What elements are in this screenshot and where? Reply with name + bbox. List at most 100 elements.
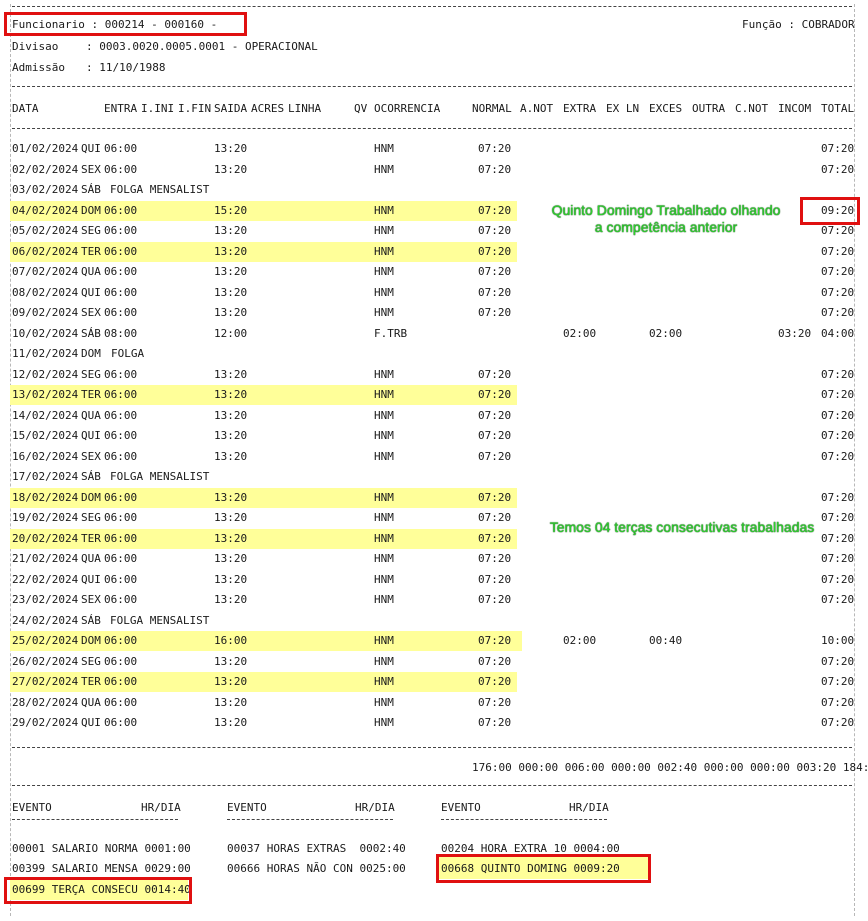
cell-day: SÁB [81, 613, 101, 627]
events-header-hrdia: HR/DIA [141, 801, 181, 814]
cell-date: 17/02/2024 [12, 470, 79, 483]
cell-day: TER [81, 531, 101, 545]
funcao-label: Função : COBRADOR [742, 18, 855, 31]
admissao-value: : 11/10/1988 [86, 61, 166, 74]
cell-date: 14/02/2024 [12, 408, 79, 422]
col-c-not: C.NOT [735, 102, 769, 115]
cell-entra: 06:00 [104, 675, 138, 688]
table-row: 29/02/2024 QUI 06:00 13:20 HNM 07:20 07:20 [0, 713, 868, 733]
cell-normal: 07:20 [478, 552, 512, 565]
table-row: 06/02/2024 TER 06:00 13:20 HNM 07:20 07:20 [0, 241, 868, 262]
cell-day: DOM [81, 203, 101, 217]
cell-normal: 07:20 [478, 244, 512, 258]
cell-saida: 13:20 [214, 716, 248, 729]
table-row: 22/02/2024 QUI 06:00 13:20 HNM 07:20 07:20 [0, 570, 868, 590]
cell-total: 10:00 [821, 634, 855, 647]
cell-saida: 13:20 [214, 490, 248, 504]
cell-normal: 07:20 [478, 367, 512, 381]
annotation-quinto-domingo: Quinto Domingo Trabalhado olhando a comp… [551, 202, 781, 235]
cell-date: 09/02/2024 [12, 306, 79, 319]
cell-ocorrencia: HNM [374, 429, 394, 442]
cell-normal: 07:20 [478, 285, 512, 299]
cell-ocorrencia: HNM [374, 265, 394, 278]
cell-date: 21/02/2024 [12, 552, 79, 565]
quinto-domingo-highlight-box [436, 854, 651, 883]
cell-ocorrencia: HNM [374, 552, 394, 565]
cell-entra: 06:00 [104, 654, 138, 668]
cell-total: 07:20 [821, 449, 855, 463]
separator-line [12, 819, 178, 820]
separator-line [441, 819, 607, 820]
table-row: 01/02/2024 QUI 06:00 13:20 HNM 07:20 07:20 [0, 139, 868, 159]
cell-normal: 07:20 [478, 224, 512, 237]
cell-ocorrencia: HNM [374, 593, 394, 606]
cell-saida: 13:20 [214, 572, 248, 586]
cell-day: QUA [81, 552, 101, 565]
cell-day: DOM [81, 490, 101, 504]
funcionario-highlight-box [4, 12, 247, 36]
cell-entra: 06:00 [104, 634, 138, 647]
cell-normal: 07:20 [478, 306, 512, 319]
cell-total: 07:20 [821, 429, 855, 442]
col-normal: NORMAL [472, 102, 512, 115]
cell-total: 07:20 [821, 388, 855, 401]
col-acres: ACRES [251, 102, 285, 115]
cell-day: QUI [81, 142, 101, 155]
cell-saida: 13:20 [214, 388, 248, 401]
cell-normal: 07:20 [478, 408, 512, 422]
cell-date: 10/02/2024 [12, 326, 79, 340]
cell-day: QUA [81, 408, 101, 422]
cell-normal: 07:20 [478, 654, 512, 668]
cell-total: 07:20 [821, 367, 855, 381]
cell-date: 08/02/2024 [12, 285, 79, 299]
table-row: 09/02/2024 SEX 06:00 13:20 HNM 07:20 07:20 [0, 303, 868, 323]
cell-total: 07:20 [821, 593, 855, 606]
cell-folga-note: FOLGA MENSALIST [110, 183, 210, 196]
table-row: 10/02/2024 SÁB 08:00 12:00 F.TRB 02:00 02:00 03… [0, 324, 868, 344]
cell-total: 07:20 [821, 142, 855, 155]
cell-total: 07:20 [821, 162, 855, 176]
cell-folga-note: FOLGA [111, 347, 145, 360]
cell-date: 05/02/2024 [12, 224, 79, 237]
cell-entra: 06:00 [104, 162, 138, 176]
cell-day: SEG [81, 224, 101, 237]
col-ocorrencia: OCORRENCIA [374, 102, 441, 115]
cell-total: 07:20 [821, 675, 855, 688]
cell-entra: 06:00 [104, 593, 138, 606]
separator-line [12, 128, 852, 129]
cell-date: 27/02/2024 [12, 675, 79, 688]
cell-date: 12/02/2024 [12, 367, 79, 381]
cell-entra: 06:00 [104, 695, 138, 709]
cell-total: 07:20 [821, 265, 855, 278]
cell-ocorrencia: HNM [374, 654, 394, 668]
cell-normal: 07:20 [478, 142, 512, 155]
cell-saida: 13:20 [214, 244, 248, 258]
cell-total: 07:20 [821, 306, 855, 319]
table-row: 25/02/2024 DOM 06:00 16:00 HNM 07:20 02:00 00:4… [0, 631, 868, 651]
cell-entra: 06:00 [104, 716, 138, 729]
col-exces: EXCES [649, 102, 683, 115]
cell-folga-note: FOLGA MENSALIST [110, 470, 210, 483]
cell-saida: 13:20 [214, 306, 248, 319]
cell-entra: 06:00 [104, 429, 138, 442]
cell-ocorrencia: F.TRB [374, 326, 408, 340]
cell-date: 26/02/2024 [12, 654, 79, 668]
cell-ocorrencia: HNM [374, 695, 394, 709]
cell-entra: 06:00 [104, 388, 138, 401]
cell-day: DOM [81, 634, 101, 647]
cell-entra: 06:00 [104, 531, 138, 545]
col-i-fin: I.FIN [178, 102, 212, 115]
cell-day: TER [81, 675, 101, 688]
cell-day: DOM [81, 347, 101, 360]
separator-line [12, 747, 852, 748]
divisao-value: : 0003.0020.0005.0001 - OPERACIONAL [86, 40, 318, 53]
col-entra: ENTRA [104, 102, 138, 115]
separator-line [12, 785, 852, 786]
cell-day: SEG [81, 367, 101, 381]
cell-entra: 06:00 [104, 408, 138, 422]
separator-line [12, 6, 852, 7]
table-row: 13/02/2024 TER 06:00 13:20 HNM 07:20 07:20 [0, 385, 868, 405]
cell-saida: 13:20 [214, 552, 248, 565]
cell-ocorrencia: HNM [374, 490, 394, 504]
cell-saida: 13:20 [214, 408, 248, 422]
